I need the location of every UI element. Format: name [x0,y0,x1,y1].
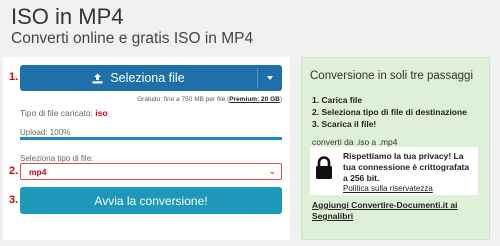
start-conversion-button[interactable]: Avvia la conversione! [20,187,282,214]
upload-progress-label: Upload: 100% [20,128,71,137]
list-item: 2. Seleziona tipo di file di destinazion… [312,107,467,117]
select-file-label: Seleziona file [110,71,185,85]
upload-icon [92,73,103,84]
select-source-dropdown[interactable] [258,65,282,91]
privacy-notice: Rispettiamo la tua privacy! La tua conne… [310,147,478,195]
list-item: 1. Carica file [312,95,363,105]
premium-link[interactable]: Premium: 20 GB [229,96,280,103]
file-type-label: Tipo di file caricato: [20,108,93,118]
list-item: 3. Scarica il file! [312,119,377,129]
format-select-label: Seleziona tipo di file: [20,154,94,163]
conversion-direction: converti da .iso a .mp4 [312,137,398,147]
info-panel-title: Conversione in soli tre passaggi [310,70,474,82]
page-title: ISO in MP4 [11,4,124,29]
select-file-button-group: Seleziona file [20,65,282,91]
upload-progress-fill [20,137,282,140]
privacy-policy-link[interactable]: Politica sulla riservatezza [343,184,433,193]
step-number-1: 1. [9,71,19,83]
step-number-2: 2. [9,165,19,177]
free-limit-text: Gratuito: fino a 750 MB per file ( [137,96,230,103]
file-type-value: iso [95,108,108,118]
page-subtitle: Converti online e gratis ISO in MP4 [11,30,254,47]
chevron-down-icon [267,76,273,80]
privacy-text: Rispettiamo la tua privacy! La tua conne… [343,151,470,183]
lock-icon [315,156,333,185]
upload-progress-bar [20,137,282,140]
format-select-value: mp4 [29,167,47,177]
steps-list: 1. Carica file 2. Seleziona tipo di file… [312,94,467,130]
format-select[interactable]: mp4 ⌄ [20,163,282,180]
free-limit-note: Gratuito: fino a 750 MB per file (Premiu… [0,96,282,103]
step-number-3: 3. [9,194,19,206]
select-file-button[interactable]: Seleziona file [20,65,257,91]
uploaded-file-type: Tipo di file caricato: iso [20,108,108,118]
free-limit-close: ) [279,96,282,103]
chevron-down-icon: ⌄ [268,166,276,176]
bookmark-link[interactable]: Aggiungi Convertire-Documenti.it ai Segn… [312,200,482,222]
